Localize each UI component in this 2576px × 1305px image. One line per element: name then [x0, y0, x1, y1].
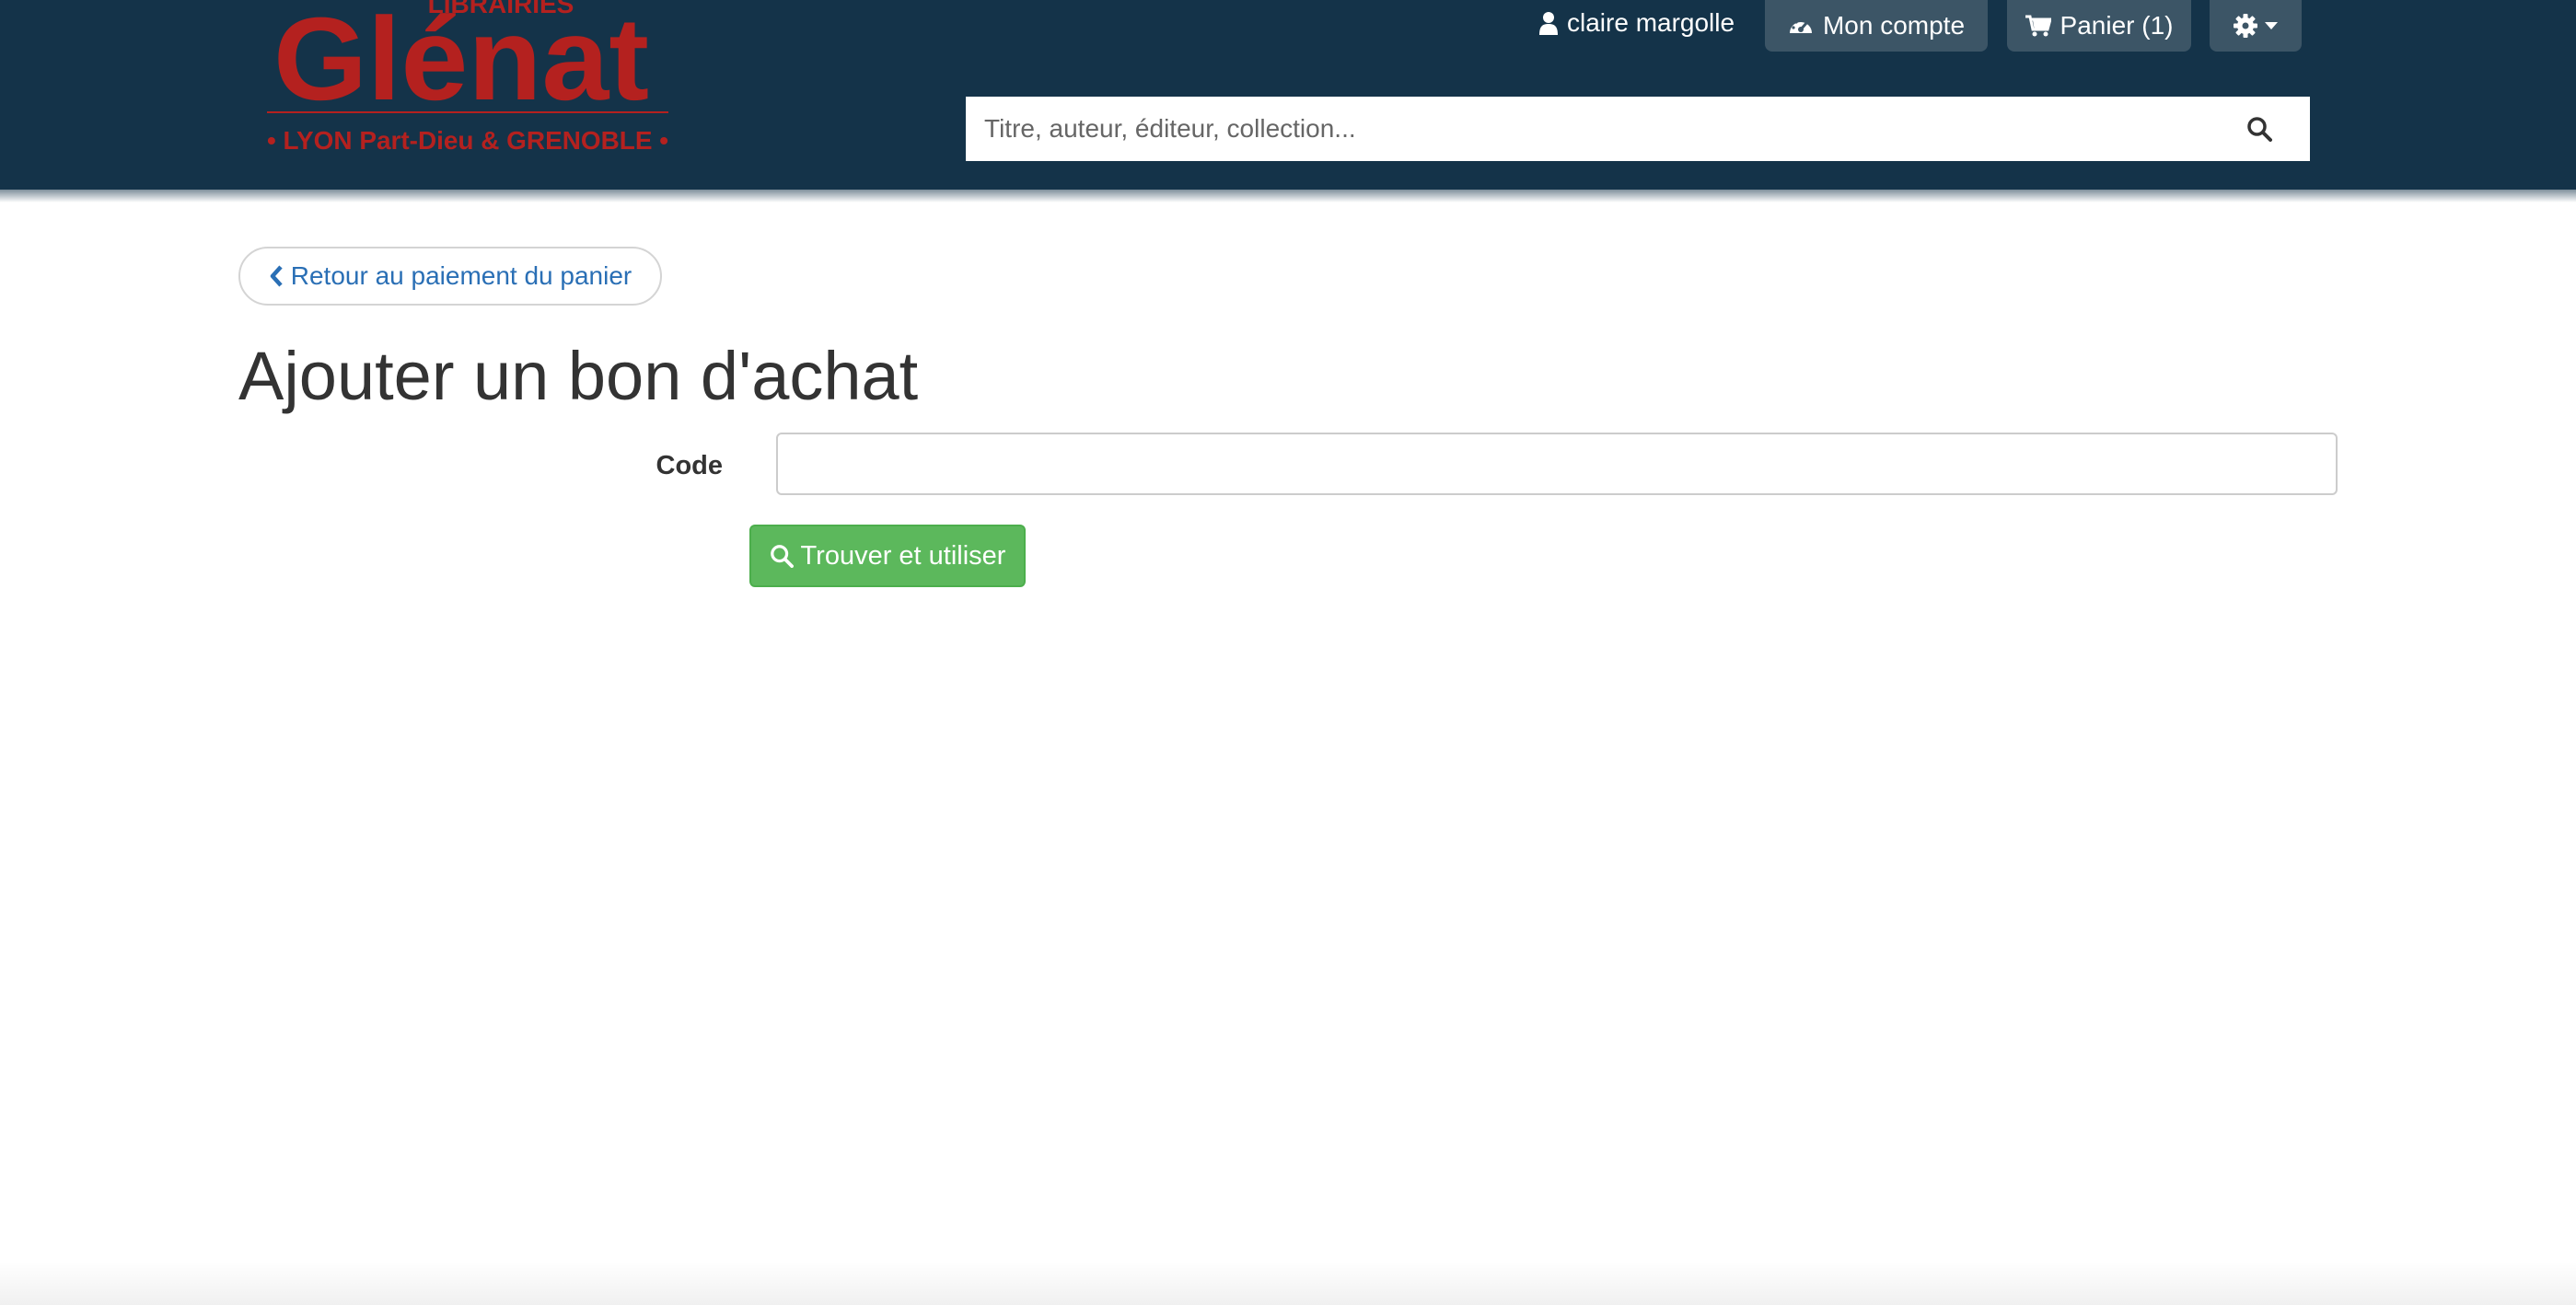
- gear-icon: [2234, 14, 2257, 38]
- cart-button[interactable]: Panier (1): [2007, 0, 2191, 52]
- settings-dropdown-button[interactable]: [2210, 0, 2302, 52]
- cart-icon: [2025, 15, 2051, 37]
- search-icon: [770, 544, 794, 568]
- search-bar: [966, 97, 2310, 161]
- user-icon: [1539, 11, 1558, 35]
- back-label: Retour au paiement du panier: [290, 261, 632, 290]
- find-and-use-button[interactable]: Trouver et utiliser: [749, 525, 1026, 587]
- site-header: LIBRAIRIES Glénat • LYON Part-Dieu & GRE…: [0, 0, 2576, 190]
- code-label: Code: [656, 451, 724, 480]
- cart-label: Panier (1): [2060, 11, 2174, 40]
- footer-shadow: [0, 1261, 2576, 1305]
- user-menu[interactable]: claire margolle: [1539, 0, 1735, 46]
- back-to-cart-payment-button[interactable]: Retour au paiement du panier: [238, 247, 662, 306]
- search-input[interactable]: [966, 97, 2209, 161]
- page-title: Ajouter un bon d'achat: [238, 338, 919, 414]
- glenat-logo: LIBRAIRIES Glénat • LYON Part-Dieu & GRE…: [267, 0, 668, 155]
- user-name: claire margolle: [1567, 8, 1735, 37]
- my-account-button[interactable]: Mon compte: [1765, 0, 1988, 52]
- dashboard-icon: [1788, 15, 1814, 37]
- svg-text:Glénat: Glénat: [273, 0, 649, 125]
- header-shadow: [0, 190, 2576, 202]
- code-input[interactable]: [776, 433, 2338, 495]
- chevron-left-icon: [269, 265, 284, 287]
- search-icon: [2246, 116, 2272, 142]
- caret-down-icon: [2265, 22, 2278, 29]
- svg-text:• LYON Part-Dieu & GRENOBLE •: • LYON Part-Dieu & GRENOBLE •: [267, 126, 668, 155]
- search-button[interactable]: [2209, 97, 2310, 161]
- my-account-label: Mon compte: [1822, 11, 1966, 40]
- site-logo[interactable]: LIBRAIRIES Glénat • LYON Part-Dieu & GRE…: [263, 0, 674, 158]
- find-and-use-label: Trouver et utiliser: [800, 540, 1006, 571]
